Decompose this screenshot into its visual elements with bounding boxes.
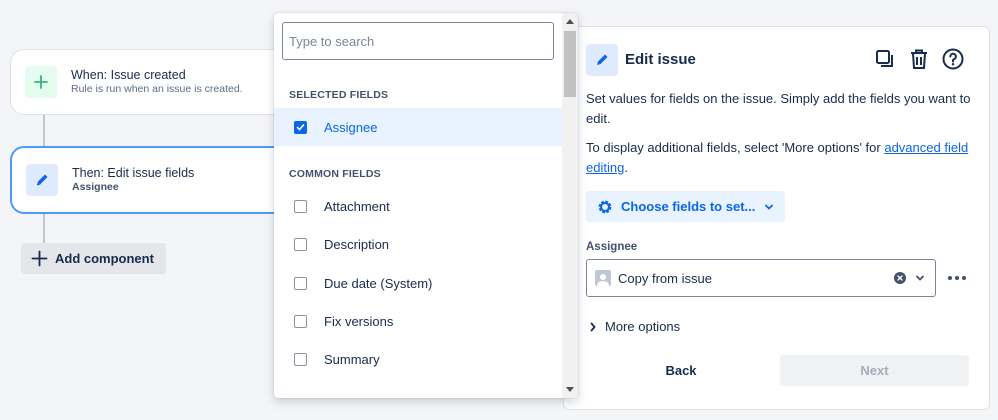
option-attachment[interactable]: Attachment [274,187,562,225]
choose-fields-label: Choose fields to set... [621,199,756,214]
option-due-date[interactable]: Due date (System) [274,264,562,302]
trigger-card[interactable]: When: Issue created Rule is run when an … [10,49,310,115]
field-picker-dropdown: SELECTED FIELDS Assignee COMMON FIELDS A… [274,13,578,398]
field-search-input[interactable] [282,22,554,60]
checkbox-icon [294,352,307,366]
edit-issue-panel: Edit issue Set values for fields on the … [563,26,990,410]
action-subtitle: Assignee [72,181,119,194]
panel-title: Edit issue [625,51,696,68]
back-button[interactable]: Back [586,355,776,386]
more-actions-icon[interactable] [944,265,970,291]
option-label: Description [324,236,390,252]
panel-description-advanced: To display additional fields, select 'Mo… [586,138,976,178]
scroll-up-icon[interactable] [566,19,574,24]
checkbox-icon [294,276,307,290]
selected-fields-heading: SELECTED FIELDS [289,89,389,101]
panel-actions [873,47,965,71]
help-icon[interactable] [941,47,965,71]
scroll-thumb[interactable] [564,31,576,97]
assignee-select-value: Copy from issue [618,270,712,286]
option-label: Due date (System) [324,275,433,291]
action-card[interactable]: Then: Edit issue fields Assignee [10,146,310,214]
flow-connector-top [43,115,45,146]
more-options-toggle[interactable]: More options [589,319,680,334]
pencil-icon [26,164,58,196]
checkbox-icon [294,199,307,213]
add-component-label: Add component [55,251,154,266]
assignee-select[interactable]: Copy from issue [586,259,936,297]
duplicate-icon[interactable] [873,47,897,71]
advanced-suffix: . [624,160,628,175]
plus-icon [25,66,57,98]
more-options-label: More options [605,319,681,334]
option-label: Assignee [324,119,378,135]
common-fields-heading: COMMON FIELDS [289,168,381,180]
choose-fields-button[interactable]: Choose fields to set... [586,191,785,222]
dropdown-scrollbar[interactable] [562,13,578,398]
flow-connector-bottom [43,214,45,243]
scroll-down-icon[interactable] [566,387,574,392]
option-summary[interactable]: Summary [274,340,562,378]
next-button[interactable]: Next [780,355,969,386]
plus-icon [31,250,48,267]
option-description[interactable]: Description [274,225,562,263]
advanced-prefix: To display additional fields, select 'Mo… [586,140,885,155]
checkbox-checked-icon [294,120,307,134]
pencil-icon [586,44,618,76]
gear-icon [596,198,614,216]
option-label: Summary [324,351,380,367]
avatar [595,270,611,286]
option-label: Fix versions [324,313,394,329]
option-label: Attachment [324,198,390,214]
action-title: Then: Edit issue fields [72,165,195,180]
chevron-down-icon [764,202,774,212]
clear-icon[interactable] [894,272,906,284]
add-component-button[interactable]: Add component [21,243,166,274]
chevron-right-icon [589,322,597,332]
chevron-down-icon[interactable] [915,273,925,283]
panel-description: Set values for fields on the issue. Simp… [586,91,971,126]
checkbox-icon [294,314,307,328]
option-assignee[interactable]: Assignee [274,108,562,146]
assignee-field-label: Assignee [586,241,638,253]
trigger-title: When: Issue created [71,67,186,82]
checkbox-icon [294,237,307,251]
trash-icon[interactable] [907,47,931,71]
trigger-subtitle: Rule is run when an issue is created. [71,83,243,96]
option-fix-versions[interactable]: Fix versions [274,302,562,340]
